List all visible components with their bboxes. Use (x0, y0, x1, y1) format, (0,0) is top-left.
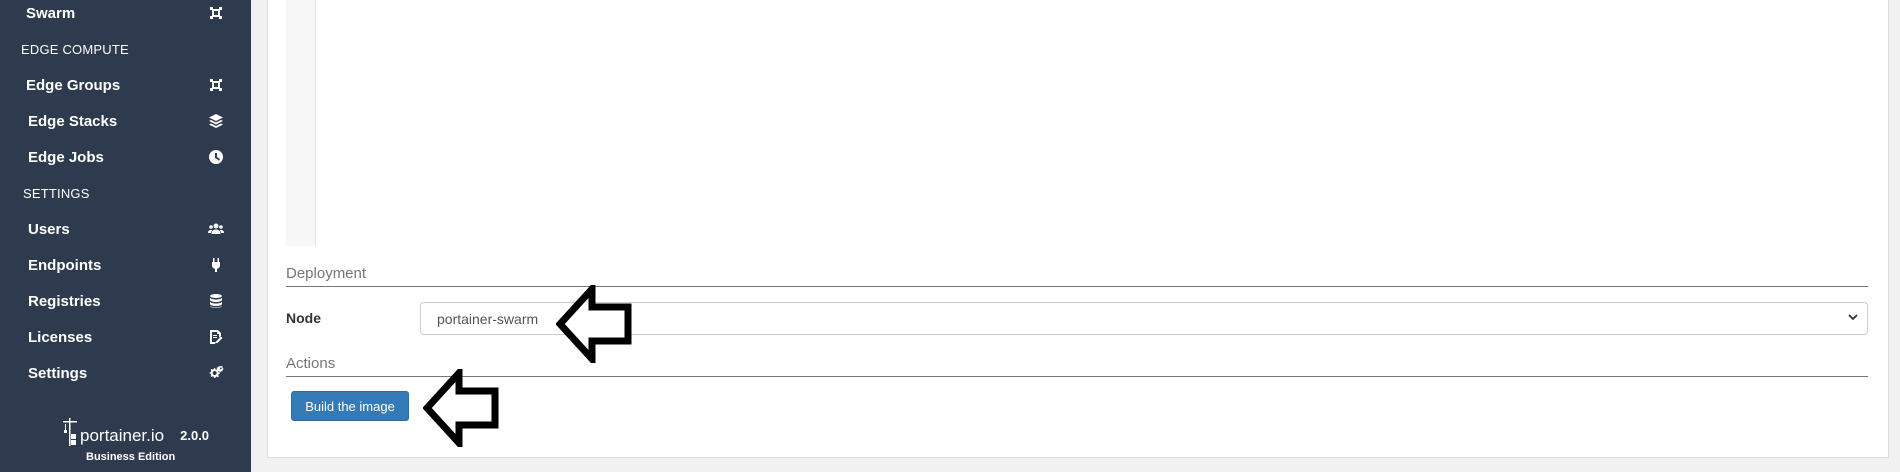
database-icon (208, 293, 224, 309)
deployment-section-title: Deployment (286, 265, 367, 282)
sidebar-item-edge-jobs[interactable]: Edge Jobs (0, 140, 251, 174)
cogs-icon (208, 365, 224, 381)
sidebar-item-settings[interactable]: Settings (0, 356, 251, 390)
editor-gutter (286, 0, 316, 246)
sidebar-item-endpoints[interactable]: Endpoints (0, 248, 251, 282)
build-image-button[interactable]: Build the image (291, 391, 409, 421)
version-label: 2.0.0 (180, 428, 210, 443)
sidebar-item-label: Registries (28, 292, 101, 310)
clock-icon (208, 149, 224, 165)
arrow-left-icon (556, 285, 632, 363)
node-select[interactable]: portainer-swarm (420, 302, 1868, 335)
sidebar-item-label: Swarm (26, 4, 76, 22)
arrow-left-icon (423, 369, 499, 447)
swarm-icon (208, 5, 224, 21)
node-label: Node (286, 310, 321, 326)
edition-label: Business Edition (86, 451, 176, 463)
users-icon (208, 221, 224, 237)
layers-icon (208, 113, 224, 129)
sidebar-header-settings: SETTINGS (23, 186, 90, 201)
license-edit-icon (208, 329, 224, 345)
sidebar-item-label: Settings (28, 364, 88, 382)
sidebar-item-label: Endpoints (28, 256, 102, 274)
sidebar-item-label: Edge Jobs (28, 148, 104, 166)
portainer-logo: portainer.io 2.0.0 (62, 418, 209, 453)
crane-icon (62, 418, 78, 453)
edge-groups-icon (208, 77, 224, 93)
deployment-divider (286, 286, 1868, 287)
sidebar-item-edge-stacks[interactable]: Edge Stacks (0, 104, 251, 138)
sidebar-item-registries[interactable]: Registries (0, 284, 251, 318)
sidebar-header-edge-compute: EDGE COMPUTE (21, 42, 129, 57)
logo-text: portainer.io (80, 425, 165, 445)
sidebar-item-edge-groups[interactable]: Edge Groups (0, 68, 251, 102)
sidebar-item-users[interactable]: Users (0, 212, 251, 246)
sidebar-item-swarm[interactable]: Swarm (0, 0, 251, 30)
sidebar-item-label: Licenses (28, 328, 93, 346)
sidebar-item-licenses[interactable]: Licenses (0, 320, 251, 354)
sidebar-item-label: Users (28, 220, 70, 238)
chevron-down-icon (1847, 310, 1859, 328)
sidebar: Swarm EDGE COMPUTE Edge Groups Edge Stac… (0, 0, 251, 472)
sidebar-item-label: Edge Groups (26, 76, 121, 94)
plug-icon (208, 257, 224, 273)
actions-section-title: Actions (286, 355, 336, 372)
dockerfile-editor[interactable] (286, 0, 1868, 246)
actions-divider (286, 376, 1868, 377)
sidebar-item-label: Edge Stacks (28, 112, 118, 130)
node-select-value: portainer-swarm (437, 310, 539, 327)
